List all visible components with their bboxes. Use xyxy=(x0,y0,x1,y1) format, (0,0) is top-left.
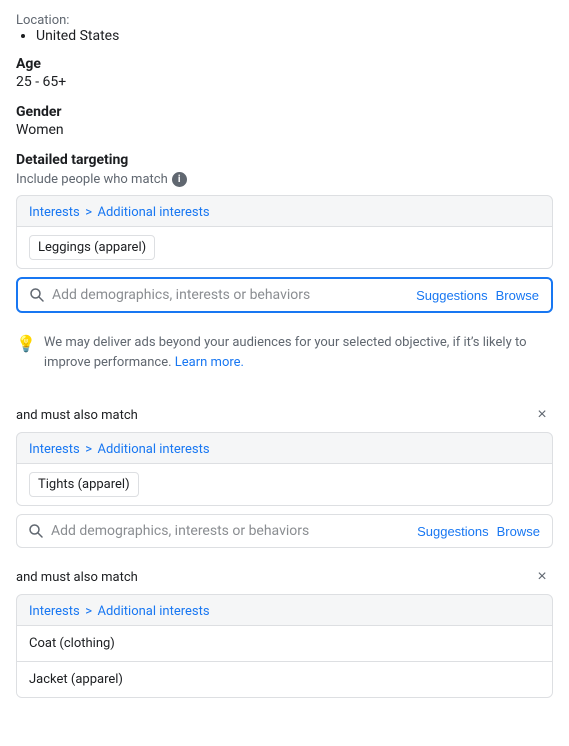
targeting-block-3: Interests > Additional interests Coat (c… xyxy=(16,594,553,698)
search-actions-1: Suggestions Browse xyxy=(416,288,539,303)
and-must-label-2: and must also match xyxy=(16,570,138,585)
search-actions-2: Suggestions Browse xyxy=(417,524,540,539)
tag-row-2: Tights (apparel) xyxy=(17,464,552,505)
gender-section: Gender Women xyxy=(16,104,553,138)
search-placeholder-1: Add demographics, interests or behaviors xyxy=(52,287,416,303)
tag-coat: Coat (clothing) xyxy=(17,626,552,661)
suggestions-btn-1[interactable]: Suggestions xyxy=(416,288,488,303)
tag-leggings: Leggings (apparel) xyxy=(29,235,155,260)
close-and-must-1[interactable]: × xyxy=(531,404,553,426)
targeting-block-1: Interests > Additional interests Legging… xyxy=(16,195,553,269)
gender-value: Women xyxy=(16,122,553,138)
learn-more-link[interactable]: Learn more. xyxy=(175,355,244,370)
breadcrumb-row-1: Interests > Additional interests xyxy=(17,196,552,227)
and-must-section-1: and must also match × Interests > Additi… xyxy=(16,396,553,548)
detailed-targeting-section: Detailed targeting Include people who ma… xyxy=(16,152,553,698)
search-box-2[interactable]: Add demographics, interests or behaviors… xyxy=(16,514,553,548)
tag-jacket: Jacket (apparel) xyxy=(17,661,552,697)
search-box-1[interactable]: Add demographics, interests or behaviors… xyxy=(16,277,553,313)
close-and-must-2[interactable]: × xyxy=(531,566,553,588)
breadcrumb-sep-3: > xyxy=(85,604,92,619)
info-icon[interactable]: i xyxy=(172,172,187,187)
breadcrumb-interests-1[interactable]: Interests xyxy=(29,205,80,220)
location-list: United States xyxy=(16,28,553,44)
location-label: Location: xyxy=(16,13,69,28)
and-must-section-2: and must also match × Interests > Additi… xyxy=(16,558,553,698)
breadcrumb-interests-2[interactable]: Interests xyxy=(29,442,80,457)
browse-btn-2[interactable]: Browse xyxy=(497,524,540,539)
and-must-header-1: and must also match × xyxy=(16,396,553,432)
breadcrumb-sep-2: > xyxy=(85,442,92,457)
browse-btn-1[interactable]: Browse xyxy=(496,288,539,303)
location-section: Location: United States xyxy=(16,12,553,44)
age-value: 25 - 65+ xyxy=(16,74,553,90)
age-label: Age xyxy=(16,56,553,72)
targeting-block-2: Interests > Additional interests Tights … xyxy=(16,432,553,506)
breadcrumb-additional-3[interactable]: Additional interests xyxy=(98,604,210,619)
search-placeholder-2: Add demographics, interests or behaviors xyxy=(51,523,417,539)
breadcrumb-row-2: Interests > Additional interests xyxy=(17,433,552,464)
breadcrumb-additional-1[interactable]: Additional interests xyxy=(98,205,210,220)
breadcrumb-row-3: Interests > Additional interests xyxy=(17,595,552,626)
tag-row-1: Leggings (apparel) xyxy=(17,227,552,268)
tip-text: We may deliver ads beyond your audiences… xyxy=(44,333,553,372)
include-label-text: Include people who match xyxy=(16,172,168,187)
breadcrumb-additional-2[interactable]: Additional interests xyxy=(98,442,210,457)
search-icon-2 xyxy=(29,524,43,538)
include-label-row: Include people who match i xyxy=(16,172,553,187)
detailed-targeting-label: Detailed targeting xyxy=(16,152,553,168)
lightbulb-icon: 💡 xyxy=(16,334,36,353)
age-section: Age 25 - 65+ xyxy=(16,56,553,90)
suggestions-btn-2[interactable]: Suggestions xyxy=(417,524,489,539)
breadcrumb-sep-1: > xyxy=(85,205,92,220)
tag-tights: Tights (apparel) xyxy=(29,472,139,497)
location-value: United States xyxy=(36,28,553,44)
and-must-label-1: and must also match xyxy=(16,408,138,423)
breadcrumb-interests-3[interactable]: Interests xyxy=(29,604,80,619)
search-icon-1 xyxy=(30,288,44,302)
and-must-header-2: and must also match × xyxy=(16,558,553,594)
tip-row: 💡 We may deliver ads beyond your audienc… xyxy=(16,323,553,382)
gender-label: Gender xyxy=(16,104,553,120)
